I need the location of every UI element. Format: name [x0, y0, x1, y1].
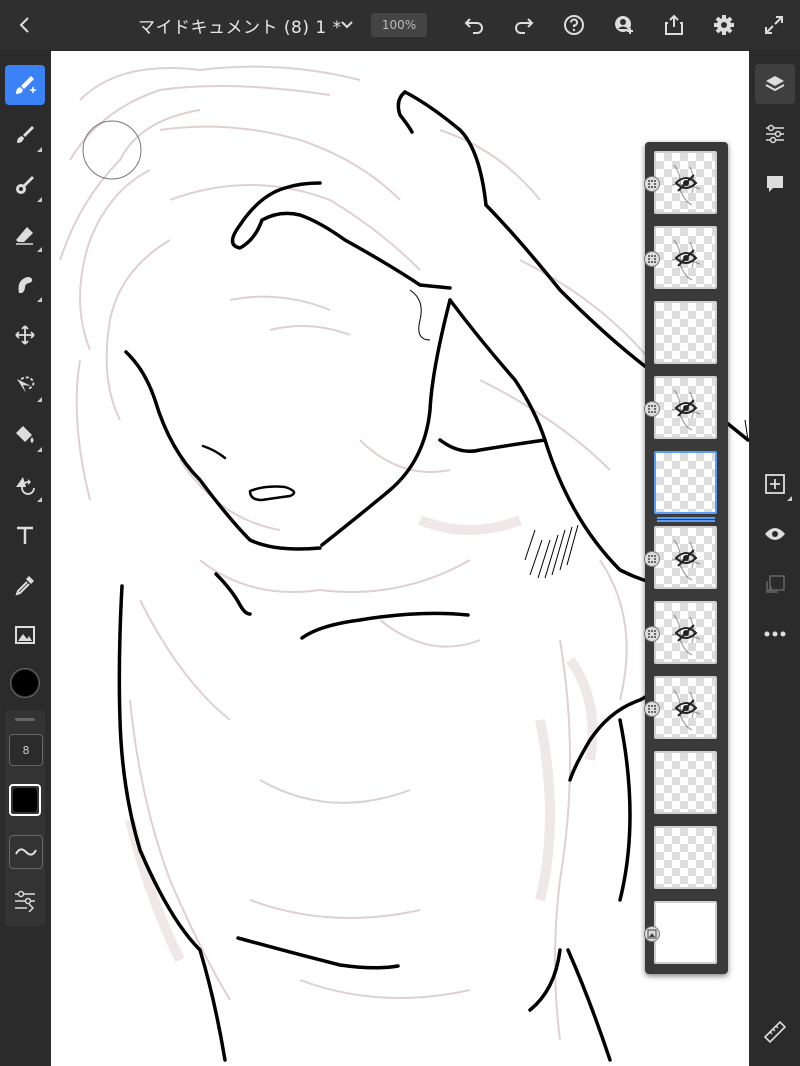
layer-thumbnail[interactable] [654, 151, 717, 214]
right-toolbar [750, 50, 800, 1066]
undo-icon[interactable] [459, 10, 489, 40]
current-color [12, 670, 38, 696]
fullscreen-icon[interactable] [759, 10, 789, 40]
top-bar: マイドキュメント (8) 1 * 100% [0, 0, 800, 50]
group-layer-badge-icon [644, 701, 660, 717]
zoom-level[interactable]: 100% [371, 13, 427, 37]
drag-handle[interactable] [15, 718, 35, 721]
selected-layer-indicator [657, 517, 715, 522]
image-icon[interactable] [5, 615, 45, 655]
hidden-eye-icon[interactable] [674, 698, 698, 722]
layer-thumbnail[interactable] [654, 526, 717, 589]
back-icon[interactable] [10, 10, 40, 40]
group-layer-badge-icon [644, 176, 660, 192]
left-toolbar: 8 [0, 50, 50, 1066]
mixer-brush-icon[interactable] [5, 165, 45, 205]
transform-icon[interactable] [5, 465, 45, 505]
eyedropper-icon[interactable] [5, 565, 45, 605]
color-swatch[interactable] [10, 668, 40, 698]
layer-thumbnail[interactable] [654, 676, 717, 739]
hidden-eye-icon[interactable] [674, 173, 698, 197]
opacity-swatch-fill [13, 788, 37, 812]
ruler-icon[interactable] [755, 1012, 795, 1052]
layer-thumbnail[interactable] [654, 301, 717, 364]
smudge-icon[interactable] [5, 265, 45, 305]
group-layer-badge-icon [644, 626, 660, 642]
layer-thumbnail[interactable] [654, 751, 717, 814]
merge-down-icon[interactable] [755, 564, 795, 604]
more-options-icon[interactable] [755, 614, 795, 654]
layer-thumbnail[interactable] [654, 826, 717, 889]
eraser-icon[interactable] [5, 215, 45, 255]
hidden-eye-icon[interactable] [674, 623, 698, 647]
document-title[interactable]: マイドキュメント (8) 1 * [138, 13, 342, 38]
redo-icon[interactable] [509, 10, 539, 40]
hidden-eye-icon[interactable] [674, 398, 698, 422]
layer-thumbnail[interactable] [654, 601, 717, 664]
add-layer-icon[interactable] [755, 464, 795, 504]
layer-thumbnail[interactable] [654, 451, 717, 514]
gear-icon[interactable] [709, 10, 739, 40]
move-icon[interactable] [5, 315, 45, 355]
brush-tool-icon[interactable] [5, 65, 45, 105]
brush-cursor [82, 120, 142, 180]
group-layer-badge-icon [644, 251, 660, 267]
smoothing-icon[interactable] [9, 835, 43, 869]
layers-icon[interactable] [755, 64, 795, 104]
text-icon[interactable] [5, 515, 45, 555]
brush-size-value[interactable]: 8 [9, 734, 43, 766]
visibility-eye-icon[interactable] [755, 514, 795, 554]
chevron-down-icon[interactable] [332, 10, 362, 40]
brush-settings-icon[interactable] [9, 885, 41, 917]
layers-panel [644, 142, 728, 974]
fill-icon[interactable] [5, 415, 45, 455]
background-layer-thumbnail[interactable] [654, 901, 717, 964]
hidden-eye-icon[interactable] [674, 548, 698, 572]
lasso-icon[interactable] [5, 365, 45, 405]
group-layer-badge-icon [644, 551, 660, 567]
pixel-brush-icon[interactable] [5, 115, 45, 155]
group-layer-badge-icon [644, 401, 660, 417]
share-icon[interactable] [659, 10, 689, 40]
help-icon[interactable] [559, 10, 589, 40]
invite-user-icon[interactable] [609, 10, 639, 40]
layer-thumbnail[interactable] [654, 376, 717, 439]
hidden-eye-icon[interactable] [674, 248, 698, 272]
adjustments-icon[interactable] [755, 114, 795, 154]
image-layer-badge-icon [644, 926, 660, 942]
opacity-swatch[interactable] [9, 784, 41, 816]
comment-icon[interactable] [755, 164, 795, 204]
layer-thumbnail[interactable] [654, 226, 717, 289]
